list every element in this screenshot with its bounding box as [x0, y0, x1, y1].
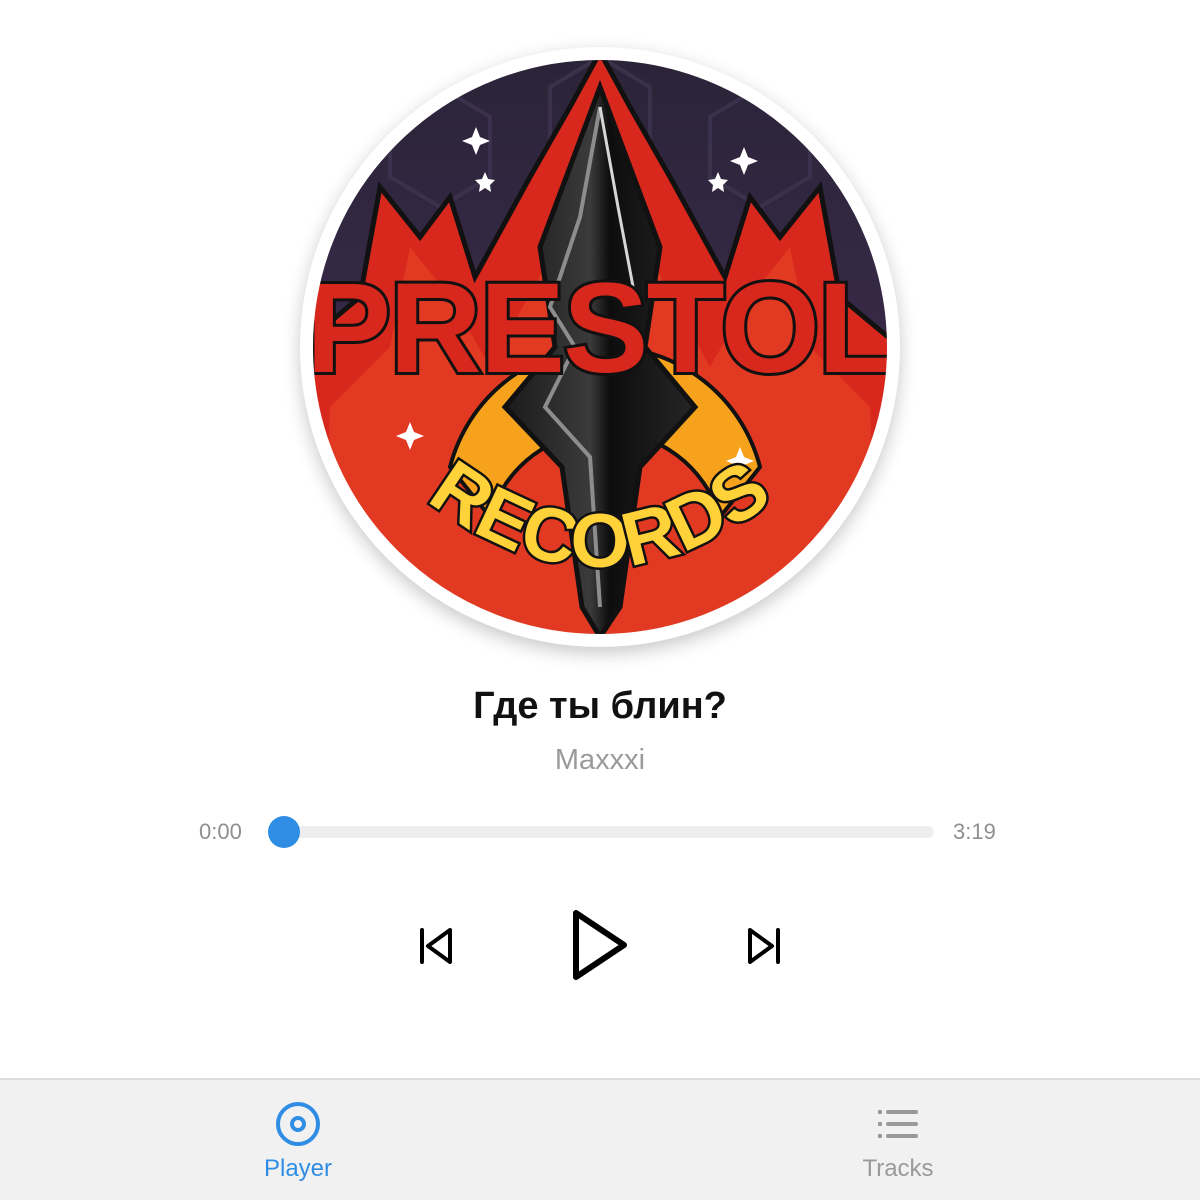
- nav-tab-player[interactable]: Player: [198, 1080, 398, 1200]
- skip-next-icon: [748, 928, 780, 964]
- nav-label-tracks: Tracks: [862, 1155, 934, 1182]
- disc-icon: [276, 1102, 320, 1146]
- play-button[interactable]: [560, 905, 640, 985]
- music-player-screen: PRESTOL RECORDS Где ты блин? Maxxxi 0:00…: [0, 0, 1200, 1200]
- track-artist: Maxxxi: [554, 744, 646, 776]
- seek-bar[interactable]: [268, 816, 934, 848]
- skip-previous-icon: [420, 928, 452, 964]
- elapsed-time: 0:00: [199, 819, 242, 844]
- seek-bar-thumb[interactable]: [268, 816, 300, 848]
- nav-label-player: Player: [263, 1155, 333, 1182]
- total-duration: 3:19: [953, 819, 996, 844]
- bottom-navigation: Player Tracks: [0, 1078, 1200, 1200]
- track-title: Где ты блин?: [473, 685, 727, 727]
- next-track-button[interactable]: [738, 920, 790, 972]
- album-cover: PRESTOL RECORDS: [300, 47, 900, 647]
- prestol-records-logo: PRESTOL RECORDS: [306, 54, 894, 640]
- logo-text-prestol: PRESTOL: [306, 257, 894, 400]
- play-icon: [573, 910, 627, 980]
- previous-track-button[interactable]: [410, 920, 462, 972]
- list-icon: [878, 1110, 918, 1138]
- nav-tab-tracks[interactable]: Tracks: [798, 1080, 998, 1200]
